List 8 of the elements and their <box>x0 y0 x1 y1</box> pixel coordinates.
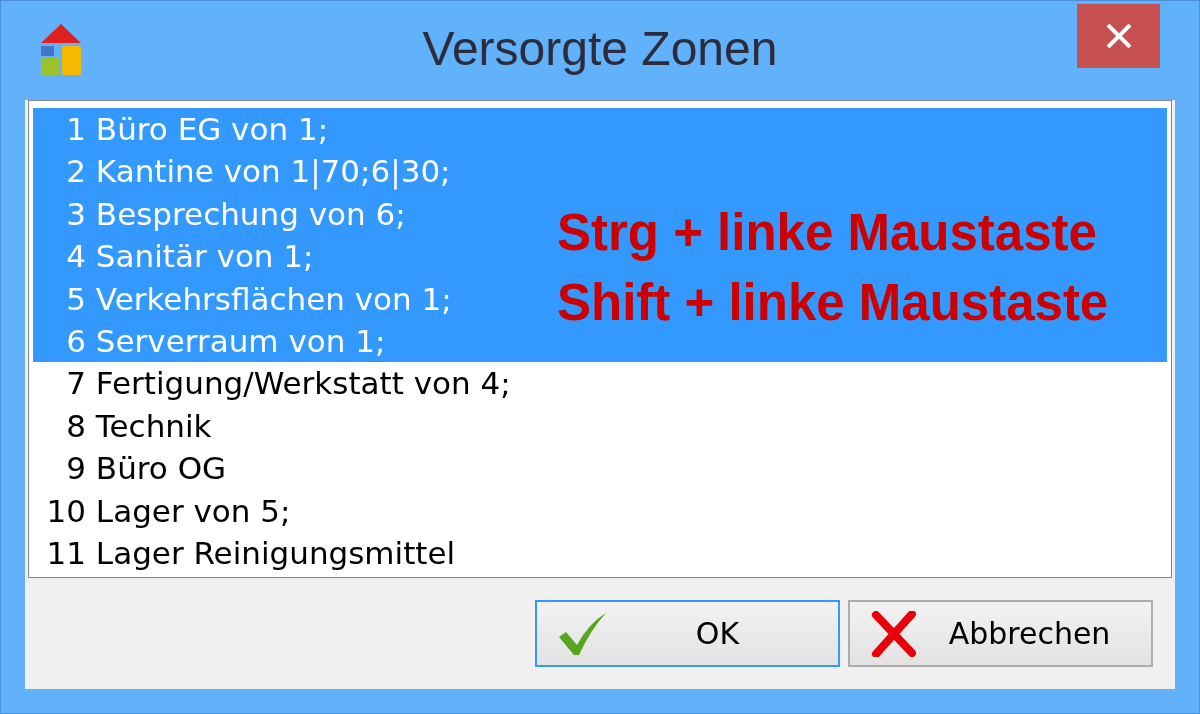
close-button[interactable] <box>1077 4 1160 68</box>
cross-icon <box>870 610 918 657</box>
house-app-icon <box>40 24 82 76</box>
cancel-button[interactable]: Abbrechen <box>848 600 1153 667</box>
ok-button[interactable]: OK <box>535 600 840 667</box>
close-icon <box>1105 24 1132 48</box>
window-title: Versorgte Zonen <box>422 21 778 73</box>
checkmark-icon <box>557 610 607 657</box>
